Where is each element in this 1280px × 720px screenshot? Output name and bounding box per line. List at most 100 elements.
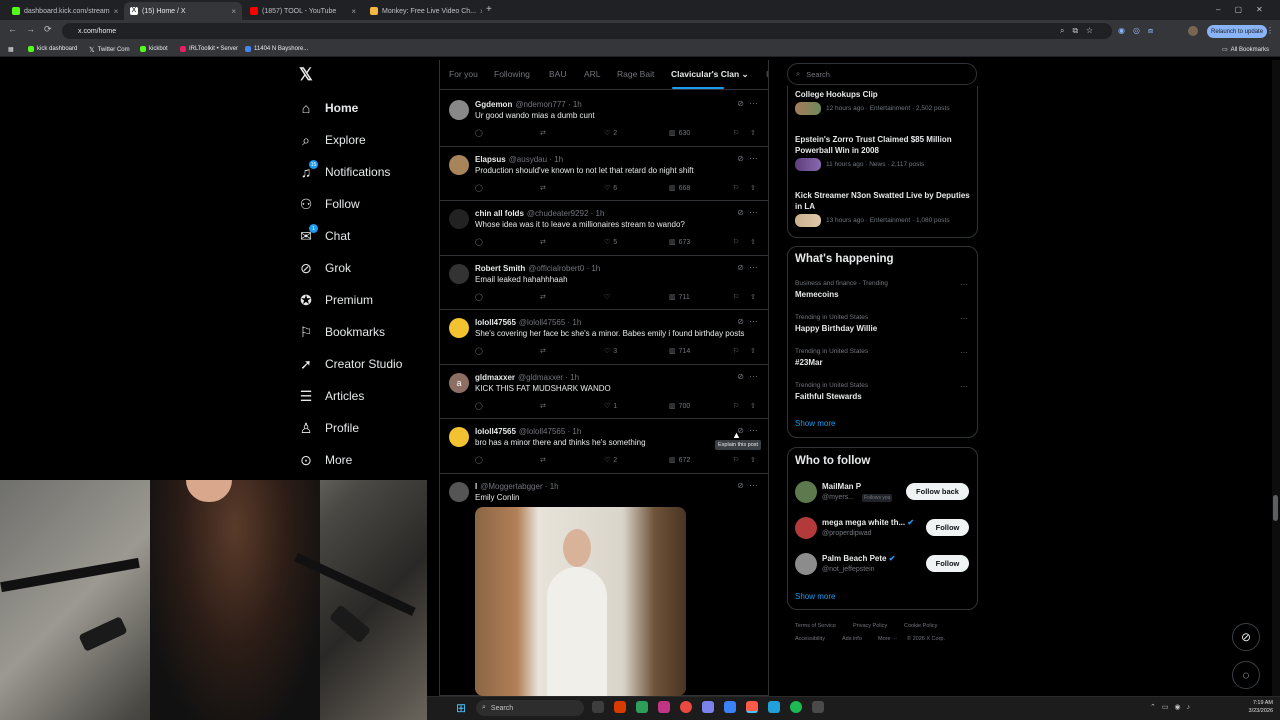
post[interactable]: chin all folds @chudeater9292 · 1h Whose i… <box>440 201 768 256</box>
post-image[interactable] <box>475 507 686 696</box>
app-icon[interactable] <box>614 701 626 713</box>
browser-menu-icon[interactable]: ⋮ <box>1266 26 1274 35</box>
bookmark-button[interactable]: ⚐ <box>733 238 739 246</box>
footer-link[interactable]: More ··· <box>878 636 898 642</box>
windows-start-icon[interactable]: ⊞ <box>456 701 466 715</box>
app-icon[interactable] <box>768 701 780 713</box>
trend-title[interactable]: Kick Streamer N3on Swatted Live by Deput… <box>795 190 970 212</box>
reply-button[interactable]: ◯ <box>475 129 483 137</box>
author-handle[interactable]: @lololl47565 · 1h <box>519 318 581 327</box>
post[interactable]: a gldmaxxer @gldmaxxer · 1h KICK THIS FAT M… <box>440 365 768 419</box>
views-button[interactable]: ▥ 673 <box>669 238 690 247</box>
browser-tab[interactable]: Monkey: Free Live Video Ch...× <box>364 2 482 20</box>
more-icon[interactable]: ··· <box>749 480 758 490</box>
close-tab-icon[interactable]: × <box>114 7 119 16</box>
avatar[interactable]: a <box>449 373 469 393</box>
nav-bookmarks[interactable]: ⚐ Bookmarks <box>298 318 385 346</box>
avatar[interactable] <box>449 264 469 284</box>
footer-link[interactable]: Privacy Policy <box>853 623 887 629</box>
post[interactable]: Robert Smith @officialrobert0 · 1h Email l… <box>440 256 768 310</box>
author-name[interactable]: gldmaxxer <box>475 373 515 382</box>
close-tab-icon[interactable]: × <box>231 7 236 16</box>
follow-button[interactable]: Follow <box>926 555 969 572</box>
app-icon[interactable] <box>658 701 670 713</box>
author-handle[interactable]: @Moggertabgger · 1h <box>480 482 558 491</box>
author-name[interactable]: Elapsus <box>475 155 506 164</box>
bookmark-item[interactable]: 11404 N Bayshore... <box>245 46 308 52</box>
more-icon[interactable]: ··· <box>749 371 758 381</box>
like-button[interactable]: ♡ 3 <box>604 347 617 356</box>
avatar[interactable] <box>795 481 817 503</box>
grok-explain-icon[interactable]: ⊘ <box>737 481 744 490</box>
post[interactable]: Elapsus @ausydau · 1h Production should've… <box>440 147 768 201</box>
share-button[interactable]: ⇧ <box>750 184 756 192</box>
grok-explain-icon[interactable]: ⊘ <box>737 154 744 163</box>
grok-explain-icon[interactable]: ⊘ <box>737 263 744 272</box>
repost-button[interactable]: ⇄ <box>540 347 546 355</box>
taskbar-clock[interactable]: 7:19 AM 3/23/2026 <box>1243 699 1273 715</box>
search-input[interactable]: ⌕ Search <box>787 63 977 85</box>
avatar[interactable] <box>449 100 469 120</box>
app-icon[interactable] <box>724 701 736 713</box>
follow-back-button[interactable]: Follow back <box>906 483 969 500</box>
post[interactable]: lololl47565 @lololl47565 · 1h She's coveri… <box>440 310 768 365</box>
avatar[interactable] <box>449 155 469 175</box>
profile-avatar[interactable] <box>1188 26 1198 36</box>
nav-chat[interactable]: ✉ 1 Chat <box>298 222 350 250</box>
share-button[interactable]: ⇧ <box>750 238 756 246</box>
nav-follow[interactable]: ⚇ Follow <box>298 190 360 218</box>
scrollbar[interactable] <box>1272 60 1280 696</box>
bookmark-button[interactable]: ⚐ <box>733 184 739 192</box>
app-icon[interactable] <box>636 701 648 713</box>
author-handle[interactable]: @chudeater9292 · 1h <box>527 209 605 218</box>
repost-button[interactable]: ⇄ <box>540 456 546 464</box>
author-name[interactable]: Robert Smith <box>475 264 525 273</box>
more-icon[interactable]: ··· <box>749 207 758 217</box>
bookmark-item[interactable]: 𝕏 Twitter Com <box>89 46 130 54</box>
avatar[interactable] <box>449 209 469 229</box>
scrollbar-thumb[interactable] <box>1273 495 1278 521</box>
trend-title[interactable]: College Hookups Clip <box>795 89 878 100</box>
more-icon[interactable]: ··· <box>749 262 758 272</box>
reply-button[interactable]: ◯ <box>475 293 483 301</box>
reply-button[interactable]: ◯ <box>475 402 483 410</box>
trend-title[interactable]: Epstein's Zorro Trust Claimed $85 Millio… <box>795 134 970 156</box>
nav-home[interactable]: ⌂ Home <box>298 94 359 122</box>
author-handle[interactable]: @gldmaxxer · 1h <box>518 373 579 382</box>
reply-button[interactable]: ◯ <box>475 238 483 246</box>
like-button[interactable]: ♡ 1 <box>604 402 617 411</box>
reply-button[interactable]: ◯ <box>475 347 483 355</box>
footer-link[interactable]: Accessibility <box>795 636 825 642</box>
extension-icons[interactable]: ◉◎⧈ <box>1118 26 1161 36</box>
trend-item[interactable]: Happy Birthday Willie <box>795 324 877 333</box>
user-name[interactable]: MailMan P <box>822 482 861 491</box>
views-button[interactable]: ▥ 714 <box>669 347 690 356</box>
trend-item[interactable]: Faithful Stewards <box>795 392 862 401</box>
browser-tab[interactable]: (1857) TOOL - YouTube × <box>244 2 362 20</box>
user-name[interactable]: mega mega white th... ✔ <box>822 518 914 527</box>
footer-link[interactable]: Cookie Policy <box>904 623 937 629</box>
nav-grok[interactable]: ⊘ Grok <box>298 254 351 282</box>
taskbar-search[interactable]: ⌕ Search <box>476 700 584 716</box>
like-button[interactable]: ♡ 6 <box>604 184 617 193</box>
back-icon[interactable]: ← <box>8 24 17 34</box>
tab-overflow[interactable]: I <box>766 69 768 79</box>
more-icon[interactable]: ··· <box>960 382 968 391</box>
bookmark-button[interactable]: ⚐ <box>733 347 739 355</box>
more-icon[interactable]: ··· <box>960 314 968 323</box>
nav-premium[interactable]: ✪ Premium <box>298 286 373 314</box>
trend-item[interactable]: Memecoins <box>795 290 839 299</box>
author-name[interactable]: lololl47565 <box>475 318 516 327</box>
repost-button[interactable]: ⇄ <box>540 129 546 137</box>
url-input[interactable]: x.com/home <box>62 23 1112 39</box>
avatar[interactable] <box>449 318 469 338</box>
avatar[interactable] <box>795 553 817 575</box>
more-icon[interactable]: ··· <box>960 348 968 357</box>
chrome-icon[interactable] <box>680 701 692 713</box>
post[interactable]: Ggdemon @ndemon777 · 1h Ur good wando mias… <box>440 92 768 147</box>
browser-tab-active[interactable]: X (15) Home / X × <box>124 2 242 20</box>
bookmark-item[interactable]: kickbot <box>140 46 168 52</box>
forward-icon[interactable]: → <box>26 24 35 34</box>
author-handle[interactable]: @ndemon777 · 1h <box>515 100 581 109</box>
avatar[interactable] <box>449 427 469 447</box>
